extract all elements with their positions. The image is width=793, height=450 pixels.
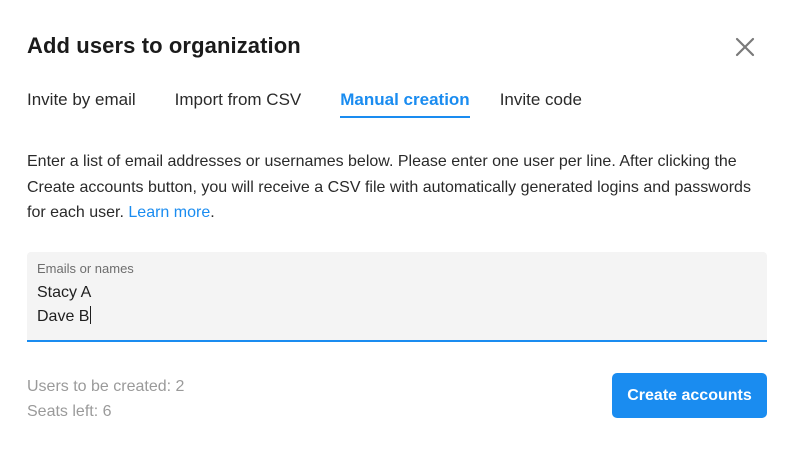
tab-invite-by-email[interactable]: Invite by email [27, 90, 136, 118]
tab-manual-creation[interactable]: Manual creation [340, 90, 470, 118]
text-caret [90, 306, 92, 324]
tab-invite-code[interactable]: Invite code [500, 90, 582, 118]
field-label: Emails or names [37, 261, 134, 276]
tab-bar: Invite by email Import from CSV Manual c… [27, 90, 621, 118]
field-line: Stacy A [37, 284, 92, 301]
create-accounts-button[interactable]: Create accounts [612, 373, 767, 418]
users-to-be-created: Users to be created: 2 [27, 378, 185, 395]
stats: Users to be created: 2 Seats left: 6 [27, 374, 184, 424]
add-users-dialog: Add users to organization Invite by emai… [0, 0, 793, 450]
field-line: Dave B [37, 306, 92, 325]
tab-import-from-csv[interactable]: Import from CSV [175, 90, 302, 118]
description-suffix: . [210, 204, 215, 221]
close-icon[interactable] [733, 35, 757, 59]
seats-left: Seats left: 6 [27, 403, 112, 420]
description: Enter a list of email addresses or usern… [27, 149, 767, 226]
dialog-title: Add users to organization [27, 33, 301, 58]
emails-or-names-field[interactable]: Emails or names Stacy A Dave B [27, 252, 767, 342]
learn-more-link[interactable]: Learn more [128, 204, 210, 221]
